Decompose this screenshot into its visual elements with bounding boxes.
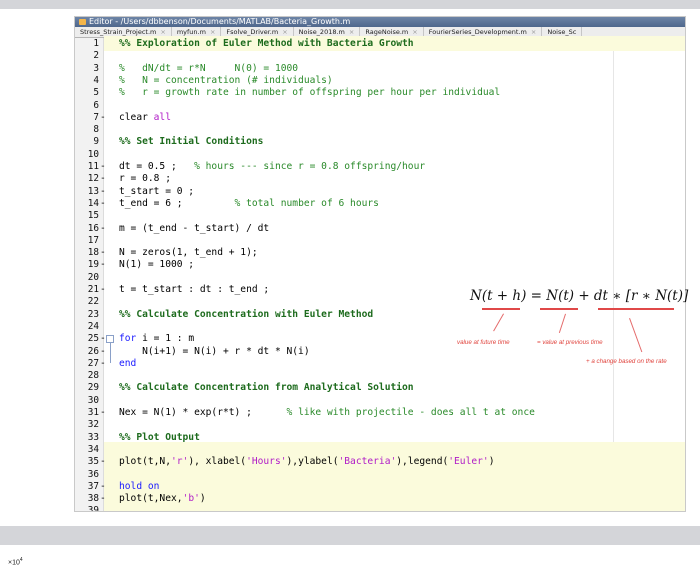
- code-line: 15: [87, 210, 99, 222]
- note-previous-time: = value at previous time: [537, 339, 603, 346]
- code-line: 23%% Calculate Concentration with Euler …: [87, 308, 374, 320]
- code-line: 38- plot(t,Nex,'b'): [87, 493, 206, 505]
- code-line: 35- plot(t,N,'r'), xlabel('Hours'),ylabel…: [87, 456, 495, 468]
- bottom-gray-bar: [0, 526, 700, 545]
- code-line: 32: [87, 419, 99, 431]
- code-line: 36: [87, 468, 99, 480]
- code-line: 13- t_start = 0 ;: [87, 185, 195, 197]
- editor-app-icon: [79, 18, 86, 25]
- code-line: 2: [93, 50, 99, 62]
- code-line: 3% dN/dt = r*N N(0) = 1000: [93, 62, 299, 74]
- code-line: 18- N = zeros(1, t_end + 1);: [87, 247, 258, 259]
- fold-toggle-icon[interactable]: [106, 335, 114, 343]
- top-gray-bar: [0, 0, 700, 9]
- code-line: 10: [87, 148, 99, 160]
- code-line: 14- t_end = 6 ; % total number of 6 hours: [87, 197, 379, 209]
- editor-title: Editor - /Users/dbbenson/Documents/MATLA…: [89, 17, 351, 26]
- underline-future: [482, 308, 520, 310]
- note-future-time: value at future time: [457, 339, 510, 346]
- underline-previous: [540, 308, 578, 310]
- code-line: 4% N = concentration (# individuals): [93, 74, 333, 86]
- code-line: 29%% Calculate Concentration from Analyt…: [87, 382, 414, 394]
- matlab-editor-window: Editor - /Users/dbbenson/Documents/MATLA…: [74, 16, 686, 512]
- code-line: 33%% Plot Output: [87, 431, 200, 443]
- code-line: 1%% Exploration of Euler Method with Bac…: [93, 38, 414, 49]
- underline-rate: [598, 308, 674, 310]
- editor-title-bar: Editor - /Users/dbbenson/Documents/MATLA…: [75, 17, 685, 27]
- code-line: 34: [87, 443, 99, 455]
- code-line: 11- dt = 0.5 ; % hours --- since r = 0.8 …: [87, 161, 426, 172]
- code-line: 39: [87, 505, 99, 512]
- code-line: 20: [87, 271, 99, 283]
- code-line: 31- Nex = N(1) * exp(r*t) ; % like with p…: [87, 407, 535, 418]
- close-icon[interactable]: ×: [412, 28, 417, 36]
- code-line: 37- hold on: [87, 480, 160, 492]
- code-line: 7- clear all: [93, 111, 171, 123]
- note-change-rate: + a change based on the rate: [586, 358, 667, 365]
- fold-guide: [110, 343, 111, 363]
- code-line: 17: [87, 234, 99, 246]
- euler-equation-annotation: N(t + h) = N(t) + dt ∗ [r ∗ N(t)]: [470, 288, 689, 304]
- code-line: 16- m = (t_end - t_start) / dt: [87, 222, 270, 234]
- code-line: 28: [87, 370, 99, 382]
- axis-multiplier: ×104: [8, 557, 23, 567]
- code-line: 5% r = growth rate in number of offsprin…: [93, 87, 501, 99]
- close-icon[interactable]: ×: [531, 28, 536, 36]
- code-line: 8: [93, 124, 99, 136]
- code-area[interactable]: 1%% Exploration of Euler Method with Bac…: [75, 36, 685, 512]
- code-line: 19- N(1) = 1000 ;: [87, 259, 195, 271]
- close-icon[interactable]: ×: [349, 28, 354, 36]
- code-line: 12- r = 0.8 ;: [87, 173, 171, 185]
- close-icon[interactable]: ×: [210, 28, 215, 36]
- code-line: 30: [87, 394, 99, 406]
- close-icon[interactable]: ×: [160, 28, 165, 36]
- code-line: 6: [93, 99, 99, 111]
- code-line: 9%% Set Initial Conditions: [93, 136, 264, 148]
- code-line: 24: [87, 320, 99, 332]
- code-line: 26- N(i+1) = N(i) + r * dt * N(i): [87, 345, 310, 357]
- close-icon[interactable]: ×: [282, 28, 287, 36]
